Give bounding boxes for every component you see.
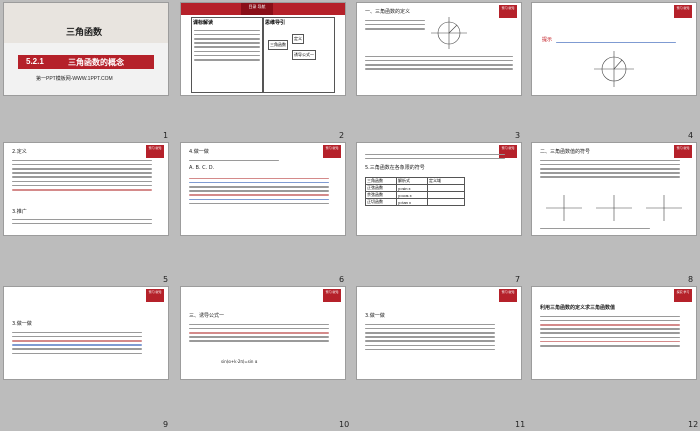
section-badge: 预习 新知: [674, 5, 692, 18]
table-cell: 三角函数: [365, 177, 397, 185]
slide-heading: 3.做一做: [12, 321, 32, 327]
slide-heading: 3.做一做: [365, 313, 385, 319]
text-lines: [12, 157, 152, 193]
slide-number: 5: [163, 275, 169, 284]
table-cell: [427, 191, 465, 199]
slide-title: 三角函数: [66, 27, 103, 37]
slide-number: 3: [515, 131, 521, 140]
section-badge: 探究 学习: [674, 289, 692, 302]
unit-circle-diagram: [594, 51, 634, 87]
slide-thumbnail[interactable]: 预习 新知 一、三角函数的定义: [356, 2, 522, 96]
slide-thumbnail[interactable]: 目录 导航 课标解读 思维导引 三角函数 定义 诱导公式一: [180, 2, 346, 96]
objectives-box: 课标解读: [191, 17, 263, 93]
slide-number: 7: [515, 275, 521, 284]
section-badge: 预习 新知: [323, 289, 341, 302]
table-cell: 正弦函数: [365, 184, 397, 192]
text-lines: [556, 39, 676, 46]
slide-number: 8: [688, 275, 694, 284]
slide-number: 4: [688, 131, 694, 140]
map-node: 诱导公式一: [292, 50, 316, 60]
mindmap-box: 思维导引 三角函数 定义 诱导公式一: [263, 17, 335, 93]
text-lines: [189, 175, 329, 207]
slide-number: 12: [688, 420, 699, 429]
slide-heading: 5.三角函数在各象限的符号: [365, 165, 425, 171]
text-lines: [365, 53, 513, 72]
slide-number: 2: [339, 131, 345, 140]
text-lines: [540, 313, 680, 349]
slide-thumbnail[interactable]: 预习 新知 5.三角函数在各象限的符号 三角函数 解析式 定义域 正弦函数 y=sin…: [356, 142, 522, 236]
slide-thumbnail[interactable]: 预习 新知 2.定义 3.推广: [3, 142, 169, 236]
prompt-label: 提示: [542, 37, 553, 43]
table-cell: 定义域: [427, 177, 465, 185]
box-heading: 课标解读: [193, 20, 214, 26]
unit-circle-diagram: [431, 17, 467, 49]
slide-heading: 一、三角函数的定义: [365, 9, 411, 15]
table-cell: 余弦函数: [365, 191, 397, 199]
text-lines: [540, 157, 680, 181]
slide-heading: 2.定义: [12, 149, 27, 155]
slide-thumbnail[interactable]: 预习 新知 3.做一做: [3, 286, 169, 380]
slide-number: 6: [339, 275, 345, 284]
slide-thumbnail[interactable]: 预习 新知 三、诱导公式一 sin(α+k·2π)=sin α: [180, 286, 346, 380]
section-title: 三角函数的概念: [68, 58, 124, 67]
slide-thumbnail[interactable]: 预习 新知 4.做一做 A. B. C. D.: [180, 142, 346, 236]
table-cell: y=sin x: [396, 184, 428, 192]
text-lines: [12, 329, 142, 357]
slide-heading: 二、三角函数值的符号: [540, 149, 591, 155]
slide-number: 11: [515, 420, 526, 429]
answer-options: A. B. C. D.: [189, 165, 215, 171]
text-lines: [189, 157, 279, 164]
table-cell: [427, 184, 465, 192]
quadrant-sign-diagrams: [546, 195, 682, 221]
map-node: 三角函数: [268, 40, 288, 50]
slide-thumbnail[interactable]: 预习 新知 3.做一做: [356, 286, 522, 380]
table-cell: 正切函数: [365, 198, 397, 206]
section-badge: 目录 导航: [241, 3, 273, 15]
table-cell: [427, 198, 465, 206]
section-number: 5.2.1: [26, 57, 44, 66]
slide-heading: 4.做一做: [189, 149, 209, 155]
text-lines: [365, 151, 505, 162]
section-badge: 预习 新知: [323, 145, 341, 158]
text-lines: [189, 321, 329, 345]
slide-number: 9: [163, 420, 169, 429]
text-lines: [365, 321, 495, 353]
slide-number: 10: [339, 420, 350, 429]
table-cell: 解析式: [396, 177, 428, 185]
text-lines: [540, 225, 650, 232]
table-cell: y=cos x: [396, 191, 428, 199]
formula-text: sin(α+k·2π)=sin α: [221, 359, 258, 364]
map-node: 定义: [292, 34, 304, 44]
note-heading: 3.推广: [12, 209, 27, 215]
function-table: 三角函数 解析式 定义域 正弦函数 y=sin x 余弦函数 y=cos x 正切函数 y…: [365, 177, 465, 206]
section-badge: 预习 新知: [499, 289, 517, 302]
slide-thumbnail[interactable]: 三角函数 5.2.1 三角函数的概念 第一PPT模板网-WWW.1PPT.COM: [3, 2, 169, 96]
slide-heading: 三、诱导公式一: [189, 313, 225, 319]
footer-text: 第一PPT模板网-WWW.1PPT.COM: [36, 76, 113, 82]
box-heading: 思维导引: [265, 20, 286, 26]
section-badge: 预习 新知: [146, 289, 164, 302]
slide-thumbnail[interactable]: 探究 学习 利用三角函数的定义求三角函数值: [531, 286, 697, 380]
slide-thumbnail[interactable]: 预习 新知 提示: [531, 2, 697, 96]
section-badge: 预习 新知: [499, 5, 517, 18]
slide-heading: 利用三角函数的定义求三角函数值: [540, 305, 616, 311]
slide-number: 1: [163, 131, 169, 140]
section-bar: 5.2.1 三角函数的概念: [18, 55, 154, 69]
slide-thumbnail[interactable]: 预习 新知 二、三角函数值的符号: [531, 142, 697, 236]
table-cell: y=tan x: [396, 198, 428, 206]
text-lines: [365, 17, 425, 32]
text-lines: [12, 216, 152, 227]
